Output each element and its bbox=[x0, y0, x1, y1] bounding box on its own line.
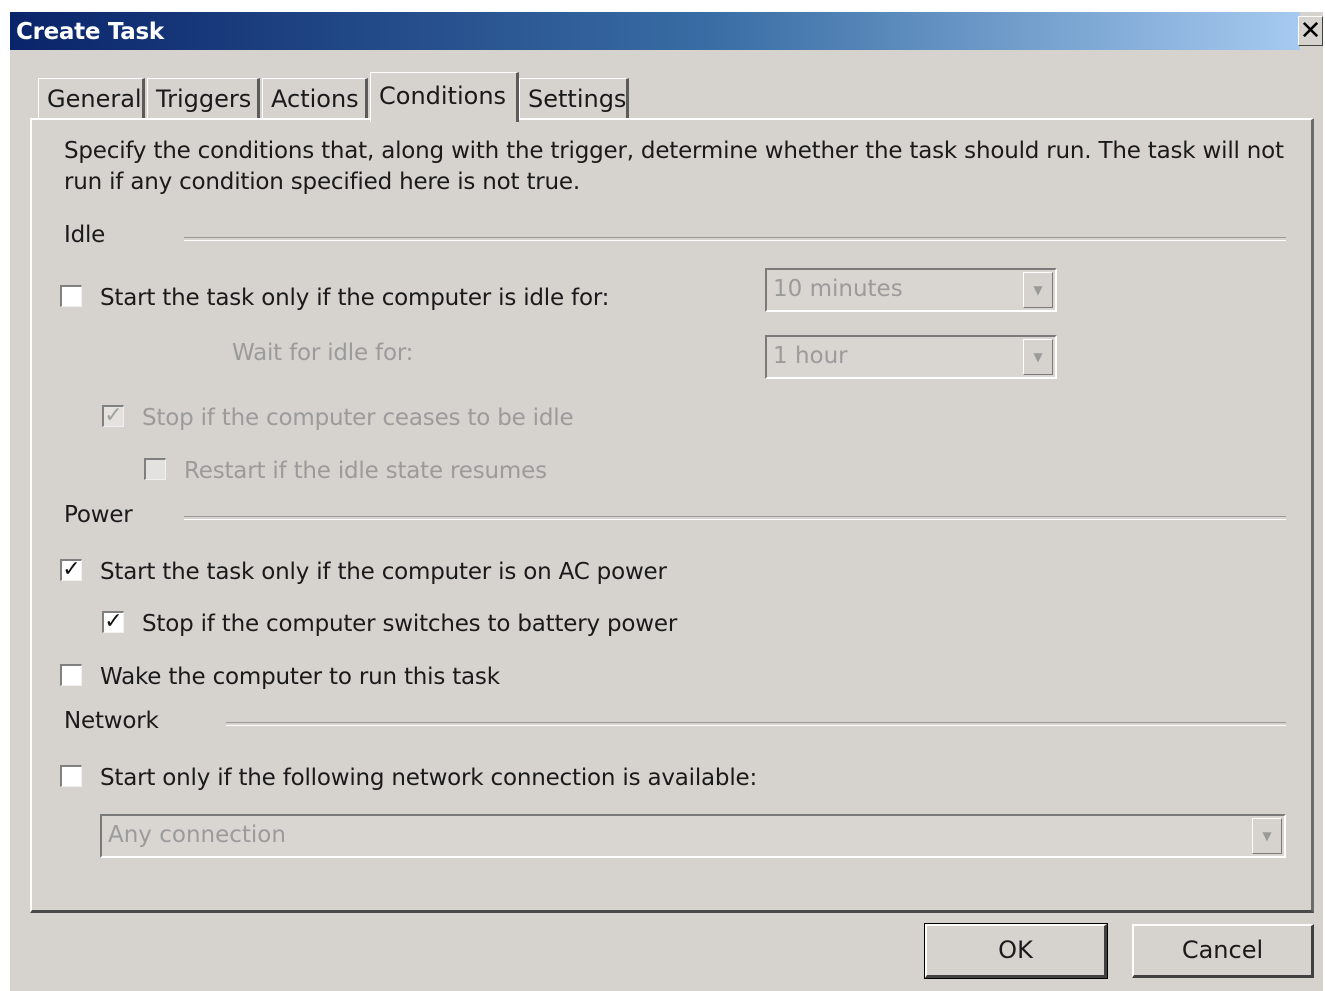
ac-power-label: Start the task only if the computer is o… bbox=[100, 559, 667, 585]
tab-settings[interactable]: Settings bbox=[519, 78, 629, 118]
ac-power-checkbox[interactable]: ✓ bbox=[60, 559, 82, 581]
wait-duration-dropdown[interactable]: 1 hour ▼ bbox=[765, 335, 1057, 379]
chevron-down-icon: ▼ bbox=[1023, 272, 1053, 308]
close-icon: ✕ bbox=[1299, 16, 1322, 46]
battery-stop-checkmark-icon: ✓ bbox=[104, 609, 123, 634]
stop-if-ceases-label: Stop if the computer ceases to be idle bbox=[142, 405, 574, 431]
network-separator bbox=[226, 722, 1286, 726]
cancel-button[interactable]: Cancel bbox=[1132, 924, 1314, 978]
restart-idle-label: Restart if the idle state resumes bbox=[184, 458, 547, 484]
tab-conditions[interactable]: Conditions bbox=[370, 72, 519, 122]
close-button[interactable]: ✕ bbox=[1298, 16, 1323, 46]
network-connection-label: Start only if the following network conn… bbox=[100, 765, 758, 791]
network-connection-checkbox[interactable] bbox=[60, 765, 82, 787]
chevron-down-icon: ▼ bbox=[1252, 818, 1282, 854]
network-connection-dropdown[interactable]: Any connection ▼ bbox=[100, 814, 1286, 858]
battery-stop-label: Stop if the computer switches to battery… bbox=[142, 611, 678, 637]
restart-idle-checkbox[interactable] bbox=[144, 458, 166, 480]
ok-button[interactable]: OK bbox=[924, 923, 1108, 979]
ac-power-checkmark-icon: ✓ bbox=[62, 557, 81, 582]
wake-computer-label: Wake the computer to run this task bbox=[100, 664, 500, 690]
idle-duration-value: 10 minutes bbox=[773, 276, 903, 302]
power-separator bbox=[184, 516, 1286, 520]
wait-idle-label: Wait for idle for: bbox=[232, 340, 414, 366]
chevron-down-icon: ▼ bbox=[1023, 339, 1053, 375]
stop-if-ceases-checkmark-icon: ✓ bbox=[104, 403, 123, 428]
idle-heading: Idle bbox=[64, 222, 106, 248]
title-bar bbox=[10, 12, 1300, 50]
idle-separator bbox=[184, 237, 1286, 241]
power-heading: Power bbox=[64, 502, 133, 528]
tab-actions[interactable]: Actions bbox=[262, 78, 368, 118]
idle-duration-dropdown[interactable]: 10 minutes ▼ bbox=[765, 268, 1057, 312]
tab-triggers[interactable]: Triggers bbox=[147, 78, 260, 118]
wait-duration-value: 1 hour bbox=[773, 343, 848, 369]
wake-computer-checkbox[interactable] bbox=[60, 664, 82, 686]
description-line-2: run if any condition specified here is n… bbox=[64, 169, 580, 195]
idle-start-label: Start the task only if the computer is i… bbox=[100, 285, 610, 311]
window-title: Create Task bbox=[16, 19, 164, 45]
tab-general[interactable]: General bbox=[38, 78, 145, 118]
network-connection-value: Any connection bbox=[108, 822, 286, 848]
network-heading: Network bbox=[64, 708, 159, 734]
description-line-1: Specify the conditions that, along with … bbox=[64, 138, 1284, 164]
idle-start-checkbox[interactable] bbox=[60, 285, 82, 307]
battery-stop-checkbox[interactable]: ✓ bbox=[102, 611, 124, 633]
stop-if-ceases-checkbox[interactable]: ✓ bbox=[102, 405, 124, 427]
